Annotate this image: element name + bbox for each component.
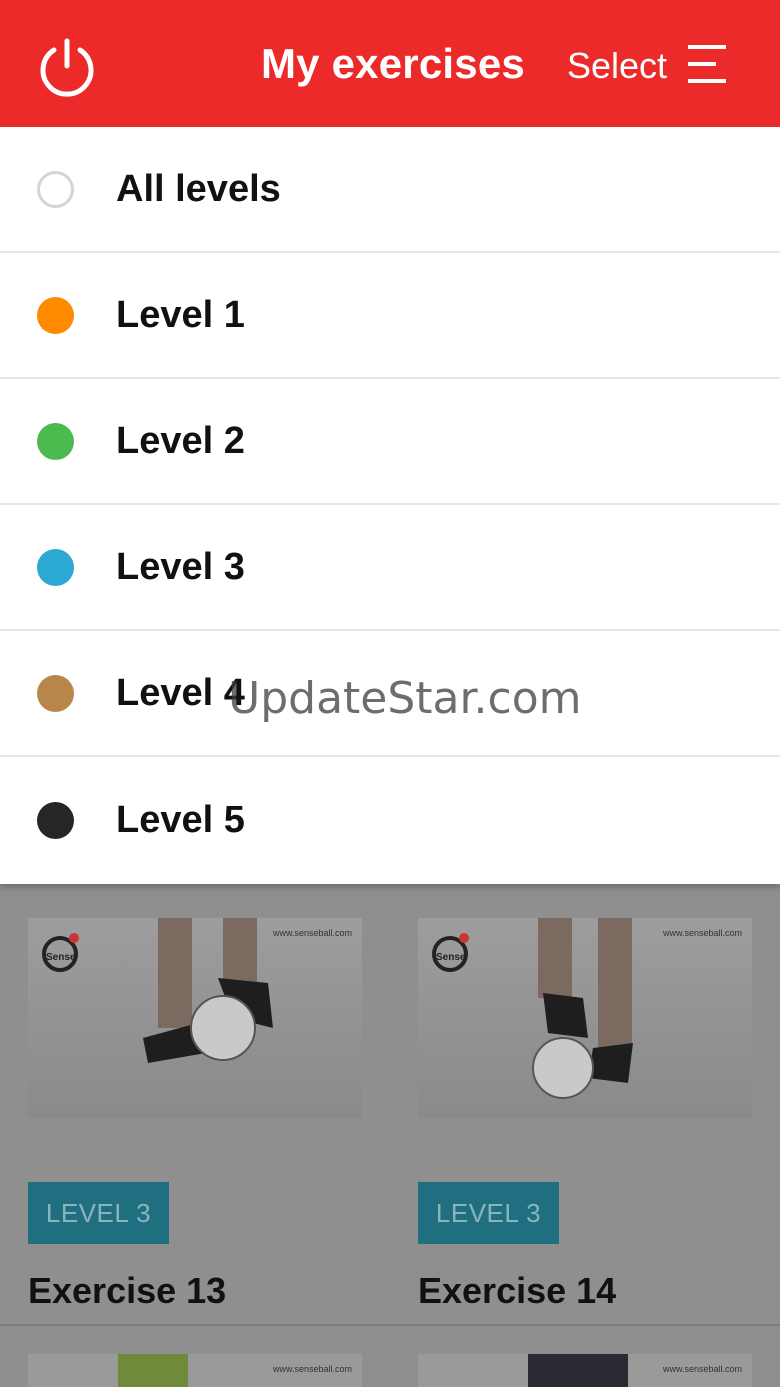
exercise-thumbnail[interactable]: www.senseball.com [418, 1354, 752, 1387]
select-label: Select [567, 45, 668, 86]
player-feet-image [143, 918, 273, 1063]
level-badge: LEVEL 3 [418, 1182, 559, 1244]
level-2-dot-icon [37, 422, 74, 460]
player-feet-image [532, 918, 633, 1099]
exercise-grid: Sense www.senseball.com LEVEL 3 Exercise… [0, 884, 780, 1387]
exercise-title: Exercise 13 [28, 1270, 227, 1311]
power-icon[interactable] [36, 36, 98, 98]
level-option-3[interactable]: Level 3 [0, 505, 780, 631]
level-all-radio-icon [37, 170, 74, 208]
thumbnail-site-text: www.senseball.com [662, 1364, 742, 1374]
exercise-card[interactable]: Sense www.senseball.com LEVEL 3 Exercise… [28, 918, 362, 1311]
senseball-logo-icon: Sense [42, 933, 79, 972]
level-option-label: Level 2 [116, 419, 245, 462]
level-option-label: Level 5 [116, 798, 245, 841]
level-option-2[interactable]: Level 2 [0, 379, 780, 505]
level-option-label: Level 3 [116, 545, 245, 588]
level-badge: LEVEL 3 [28, 1182, 169, 1244]
svg-text:Sense: Sense [436, 952, 466, 963]
app-header: My exercises Select [0, 0, 780, 127]
level-filter-dropdown: All levels Level 1 Level 2 Level 3 Level… [0, 127, 780, 884]
level-option-1[interactable]: Level 1 [0, 253, 780, 379]
exercise-thumbnail: Sense www.senseball.com [418, 918, 752, 1118]
player-shirt-image [118, 1354, 188, 1387]
exercise-thumbnail: Sense www.senseball.com [28, 918, 362, 1118]
level-option-label: Level 4 [116, 671, 245, 714]
level-5-dot-icon [37, 801, 74, 839]
row-divider [0, 1324, 780, 1326]
level-option-label: All levels [116, 167, 281, 210]
hamburger-menu-icon [688, 45, 726, 83]
level-1-dot-icon [37, 296, 74, 334]
level-option-label: Level 1 [116, 293, 245, 336]
level-3-dot-icon [37, 548, 74, 586]
level-option-all[interactable]: All levels [0, 127, 780, 253]
page-title: My exercises [261, 40, 525, 87]
senseball-logo-icon: Sense [432, 933, 469, 972]
watermark-text: UpdateStar.com [228, 673, 582, 724]
level-4-dot-icon [37, 674, 74, 712]
svg-text:Sense: Sense [46, 952, 76, 963]
thumbnail-site-text: www.senseball.com [272, 1364, 352, 1374]
player-shorts-image [528, 1354, 628, 1387]
exercise-title: Exercise 14 [418, 1270, 617, 1311]
select-button[interactable]: Select [560, 36, 760, 96]
exercise-thumbnail[interactable]: www.senseball.com [28, 1354, 362, 1387]
level-option-5[interactable]: Level 5 [0, 757, 780, 883]
exercise-card[interactable]: Sense www.senseball.com LEVEL 3 Exercise… [418, 918, 752, 1311]
